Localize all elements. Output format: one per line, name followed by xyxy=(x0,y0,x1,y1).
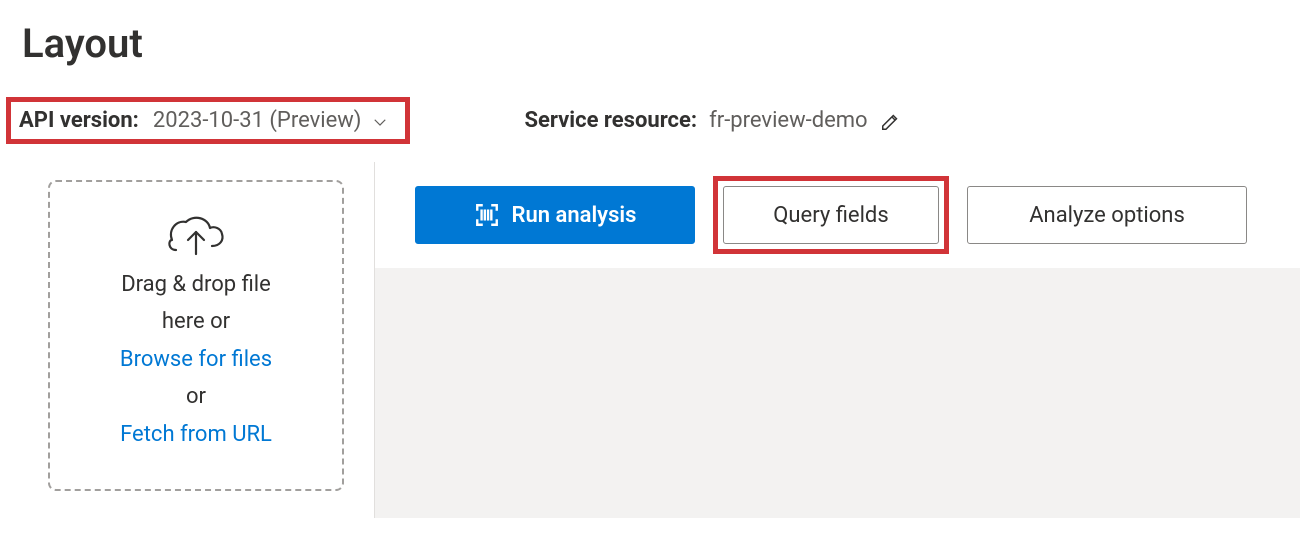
browse-files-link[interactable]: Browse for files xyxy=(64,341,328,378)
chevron-down-icon xyxy=(371,112,389,130)
fetch-from-url-link[interactable]: Fetch from URL xyxy=(64,416,328,453)
dropzone-text-2: here or xyxy=(64,303,328,340)
info-bar: API version: 2023-10-31 (Preview) Servic… xyxy=(0,97,1300,162)
document-canvas xyxy=(375,268,1300,518)
file-dropzone[interactable]: Drag & drop file here or Browse for file… xyxy=(48,180,344,491)
cloud-upload-icon xyxy=(164,210,228,258)
scan-icon xyxy=(474,202,500,228)
query-fields-highlight: Query fields xyxy=(713,176,949,254)
query-fields-label: Query fields xyxy=(773,203,888,228)
dropzone-or-text: or xyxy=(64,378,328,415)
file-panel: Drag & drop file here or Browse for file… xyxy=(0,162,375,518)
analyze-options-label: Analyze options xyxy=(1029,203,1185,228)
main-panel: Run analysis Query fields Analyze option… xyxy=(375,162,1300,518)
service-resource-value: fr-preview-demo xyxy=(709,108,868,133)
api-version-value: 2023-10-31 (Preview) xyxy=(153,108,362,133)
dropzone-text-1: Drag & drop file xyxy=(64,266,328,303)
page-title: Layout xyxy=(22,20,1300,67)
api-version-label: API version: xyxy=(19,108,139,133)
toolbar: Run analysis Query fields Analyze option… xyxy=(375,162,1300,268)
run-analysis-button[interactable]: Run analysis xyxy=(415,186,695,244)
content-row: Drag & drop file here or Browse for file… xyxy=(0,162,1300,518)
run-analysis-label: Run analysis xyxy=(512,203,637,228)
api-version-dropdown[interactable]: API version: 2023-10-31 (Preview) xyxy=(6,97,410,144)
service-resource-row: Service resource: fr-preview-demo xyxy=(524,108,901,133)
query-fields-button[interactable]: Query fields xyxy=(723,186,939,244)
analyze-options-button[interactable]: Analyze options xyxy=(967,186,1247,244)
pencil-icon[interactable] xyxy=(880,110,902,132)
service-resource-label: Service resource: xyxy=(524,108,697,133)
